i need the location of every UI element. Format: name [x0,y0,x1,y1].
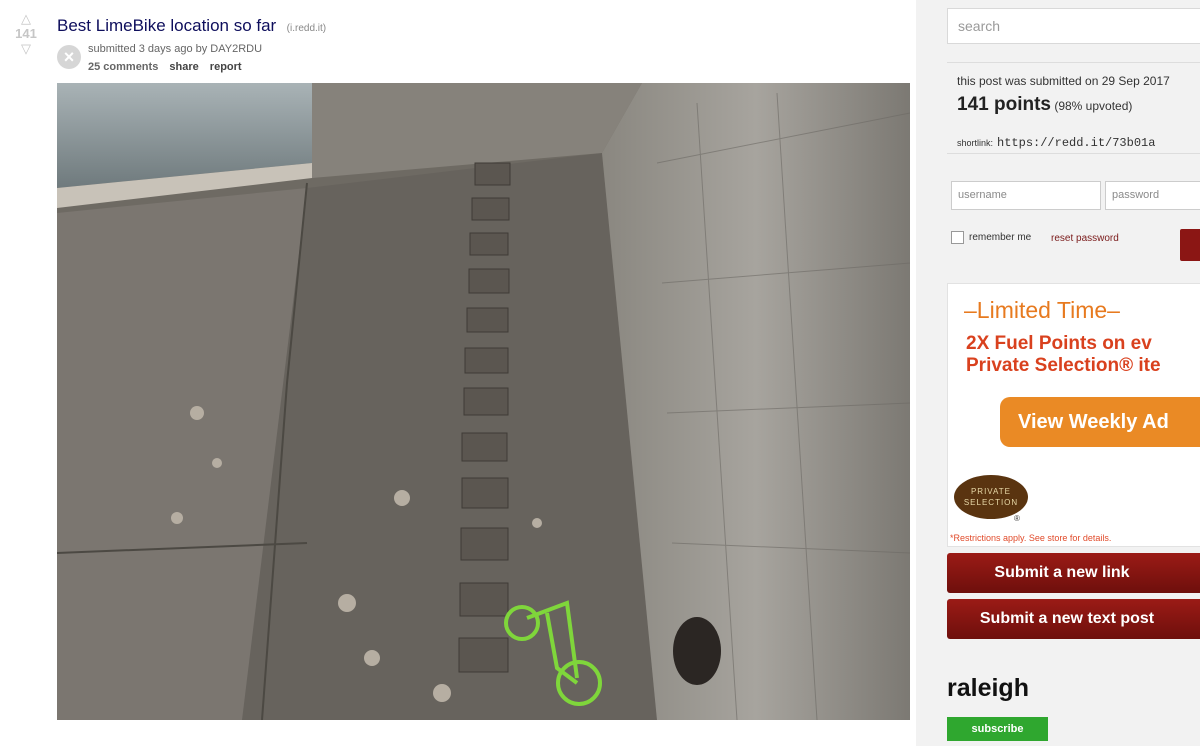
shortlink: shortlink: https://redd.it/73b01a [957,136,1155,150]
post-tagline: submitted 3 days ago by DAY2RDU [88,43,263,55]
submit-link-button[interactable]: Submit a new link [947,553,1200,593]
registered-mark: ® [1014,514,1020,523]
advertisement[interactable]: –Limited Time– 2X Fuel Points on ev Priv… [947,283,1200,547]
post-image[interactable] [57,83,910,720]
logo-text: PRIVATE SELECTION [963,487,1019,507]
view-weekly-ad-button[interactable]: View Weekly Ad [1000,397,1200,447]
password-input[interactable]: password [1105,181,1200,210]
subreddit-name[interactable]: raleigh [947,674,1029,703]
comments-link[interactable]: 25 comments [88,61,158,73]
points-value: 141 points [957,94,1051,115]
vote-column: △ 141 ▽ [8,12,44,56]
ad-limited-time: –Limited Time– [964,297,1120,323]
ad-headline-line1: 2X Fuel Points on ev [966,333,1152,354]
downvote-arrow-icon[interactable]: ▽ [8,42,44,56]
reset-password-link[interactable]: reset password [1051,233,1119,244]
ad-headline: 2X Fuel Points on ev Private Selection® … [966,333,1161,377]
remember-me[interactable]: remember me [951,231,1031,244]
post-title[interactable]: Best LimeBike location so far [57,16,276,35]
login-button[interactable] [1180,229,1200,261]
remember-me-label: remember me [969,232,1032,243]
submitted-date: this post was submitted on 29 Sep 2017 [957,74,1170,88]
upvote-ratio: (98% upvoted) [1054,99,1133,113]
share-link[interactable]: share [169,61,198,73]
ad-restrictions: *Restrictions apply. See store for detai… [950,533,1112,543]
shortlink-label: shortlink: [957,138,994,148]
post-header: Best LimeBike location so far (i.redd.it… [57,16,326,36]
upvote-arrow-icon[interactable]: △ [8,12,44,26]
submit-text-post-button[interactable]: Submit a new text post [947,599,1200,639]
post-image-graphic [57,83,910,720]
close-icon[interactable]: × [57,45,81,69]
subscribe-button[interactable]: subscribe [947,717,1048,741]
post-buttons: 25 comments share report [88,61,250,73]
report-link[interactable]: report [210,61,242,73]
points-summary: 141 points (98% upvoted) [957,94,1132,116]
search-input[interactable]: search [947,8,1200,44]
ad-headline-line2: Private Selection® ite [966,355,1161,376]
shortlink-url[interactable]: https://redd.it/73b01a [997,136,1155,150]
post-info-box: this post was submitted on 29 Sep 2017 1… [947,62,1200,150]
post-score: 141 [15,26,37,41]
post-domain[interactable]: (i.redd.it) [287,23,326,34]
remember-checkbox[interactable] [951,231,964,244]
username-input[interactable]: username [951,181,1101,210]
private-selection-logo: PRIVATE SELECTION [954,475,1028,519]
divider [947,153,1200,154]
